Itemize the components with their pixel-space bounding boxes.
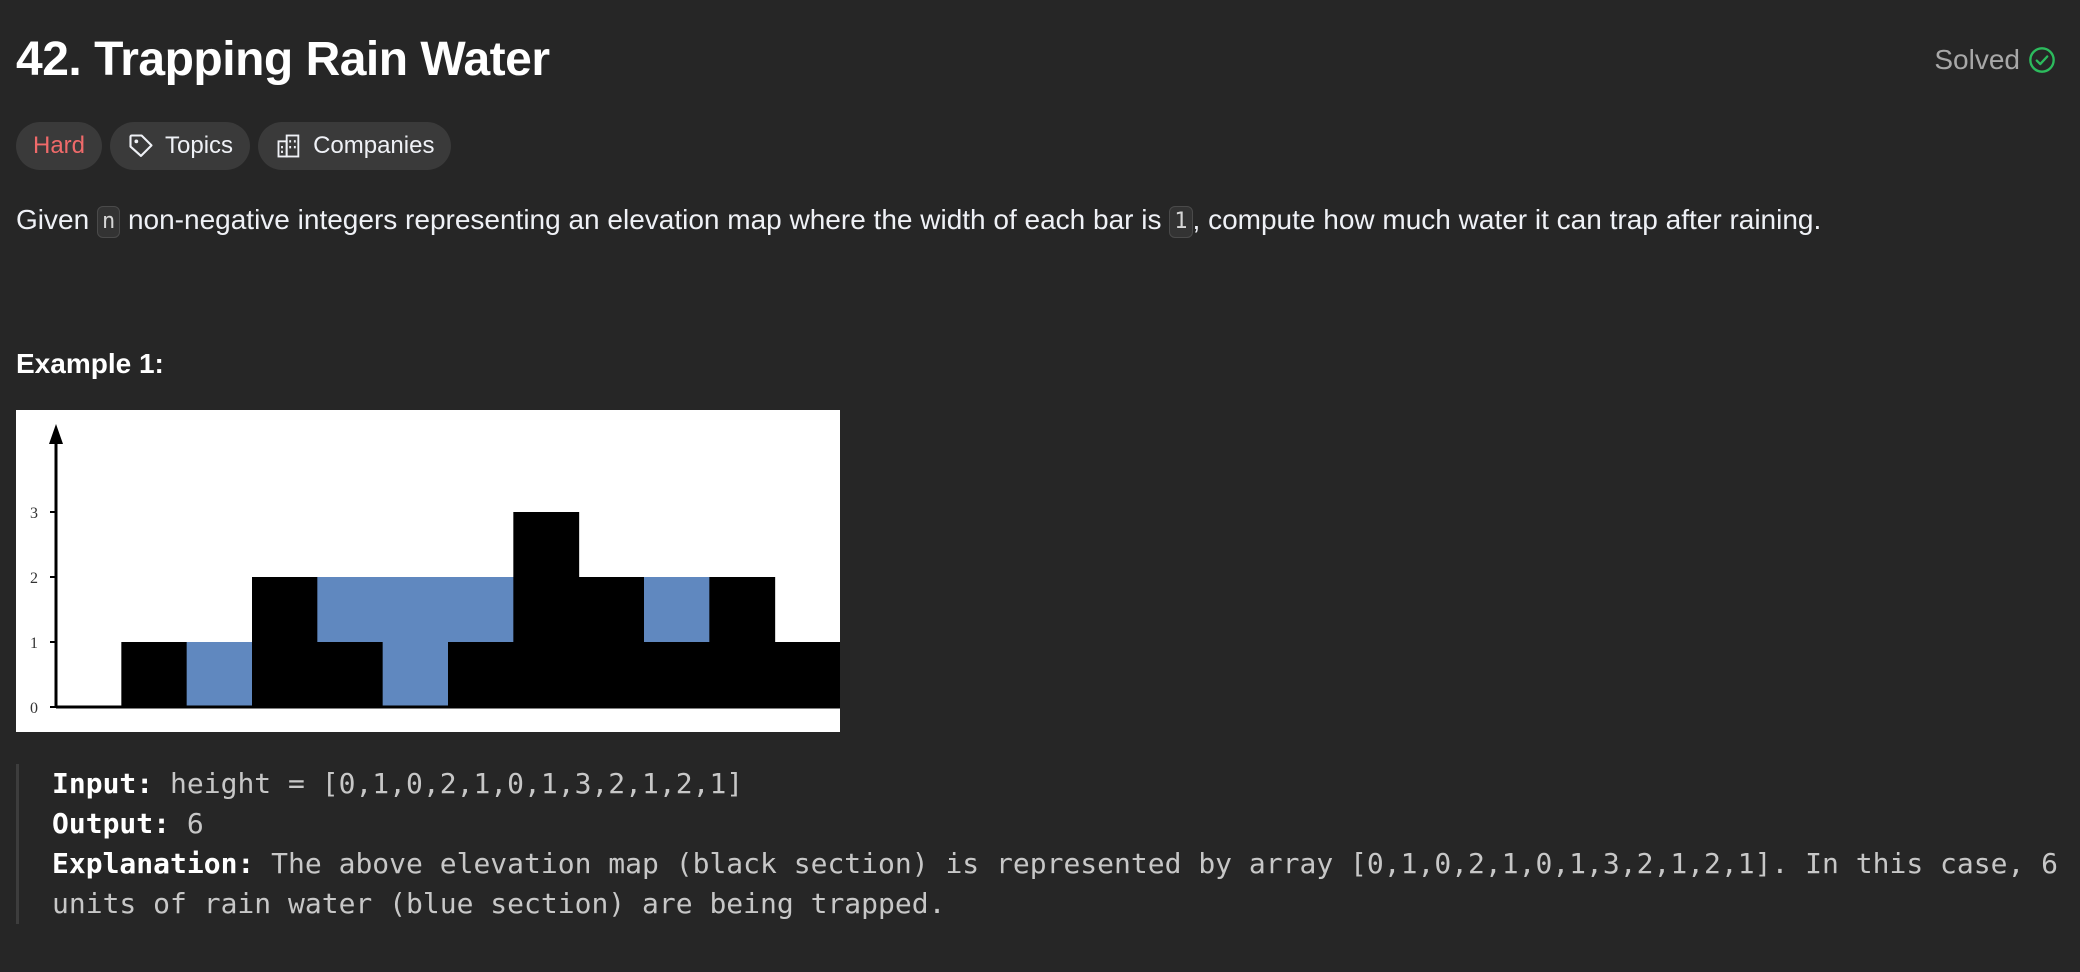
difficulty-label: Hard: [33, 132, 86, 159]
topics-label: Topics: [165, 132, 234, 159]
explanation-label: Explanation:: [52, 847, 255, 880]
inline-code-1: 1: [1169, 205, 1193, 238]
elevation-map-chart: 0 1 2 3: [30, 424, 841, 717]
input-value: height = [0,1,0,2,1,0,1,3,2,1,2,1]: [153, 767, 744, 800]
y-tick-label: 0: [30, 700, 38, 717]
y-tick-label: 2: [30, 570, 38, 587]
problem-title: 42. Trapping Rain Water: [16, 33, 550, 86]
water-bar: [186, 642, 253, 707]
difficulty-badge[interactable]: Hard: [16, 122, 103, 170]
elevation-bar: [513, 512, 580, 707]
solved-label: Solved: [1934, 44, 2020, 75]
solved-status: Solved: [1934, 44, 2064, 76]
elevation-bar: [774, 642, 841, 707]
elevation-bar: [644, 642, 710, 707]
companies-button[interactable]: Companies: [258, 122, 452, 170]
tag-icon: [129, 134, 153, 157]
elevation-bar: [121, 642, 188, 707]
elevation-bar: [578, 577, 645, 707]
companies-label: Companies: [313, 132, 435, 159]
input-label: Input:: [52, 767, 154, 800]
description-text-1: Given: [16, 204, 97, 235]
inline-code-n: n: [96, 205, 121, 238]
description-text-2: non-negative integers representing an el…: [120, 204, 1170, 235]
explanation-value: The above elevation map (black section) …: [52, 847, 2059, 920]
y-tick-label: 3: [30, 505, 38, 522]
problem-description: Given n non-negative integers representi…: [16, 200, 2064, 240]
water-bar: [382, 577, 449, 707]
check-circle-icon: [2029, 47, 2055, 73]
tag-row: Hard Topics Companies: [16, 122, 2064, 170]
elevation-bar: [252, 577, 318, 707]
elevation-map-image: 0 1 2 3: [16, 410, 841, 732]
explanation-line: Explanation: The above elevation map (bl…: [52, 844, 2064, 924]
example-block: Input: height = [0,1,0,2,1,0,1,3,2,1,2,1…: [16, 764, 2064, 924]
elevation-bar: [448, 642, 514, 707]
water-bar: [317, 577, 384, 642]
y-tick-label: 1: [30, 635, 38, 652]
elevation-bar: [317, 642, 384, 707]
elevation-bar: [709, 577, 776, 707]
y-axis-arrow: [49, 424, 63, 444]
building-icon: [277, 134, 300, 158]
input-line: Input: height = [0,1,0,2,1,0,1,3,2,1,2,1…: [52, 764, 2064, 804]
water-bar: [448, 577, 514, 642]
example-heading: Example 1:: [16, 348, 164, 379]
description-text-3: , compute how much water it can trap aft…: [1192, 204, 1822, 235]
water-bar: [644, 577, 710, 642]
output-line: Output: 6: [52, 804, 2064, 844]
topics-button[interactable]: Topics: [110, 122, 251, 170]
output-value: 6: [170, 807, 204, 840]
problem-page: 42. Trapping Rain Water Solved Hard Topi…: [0, 0, 2080, 972]
header-row: 42. Trapping Rain Water Solved: [16, 0, 2064, 90]
output-label: Output:: [52, 807, 171, 840]
